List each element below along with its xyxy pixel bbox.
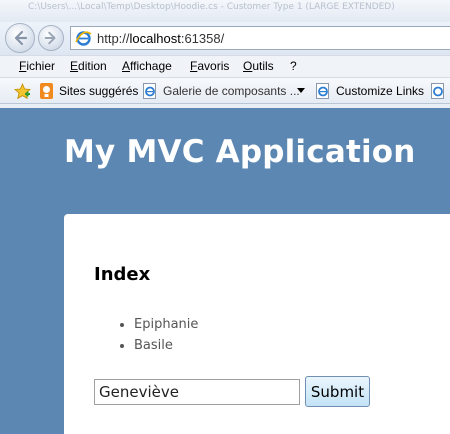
url-host: localhost [129,31,181,46]
forward-button[interactable] [38,25,64,51]
menu-help[interactable]: ? [290,59,297,73]
name-input[interactable] [94,379,300,405]
url-port-path: :61358/ [180,31,225,46]
address-url: http://localhost:61358/ [97,31,224,46]
fav-customize-label: Customize Links [336,84,425,98]
submit-button[interactable]: Submit [305,376,370,407]
list-item: Basile [134,335,198,356]
back-arrow-icon [14,30,28,46]
ie-page-icon [75,31,92,46]
ie-page-icon [316,83,329,99]
app-header-title: My MVC Application [64,134,416,170]
address-bar[interactable]: http://localhost:61358/ [70,26,450,50]
fav-galerie-composants[interactable]: Galerie de composants ... [143,83,308,99]
menu-fichier[interactable]: Fichier [19,59,55,73]
window-title-bar: C:\Users\...\Local\Temp\Desktop\Hoodie.c… [0,0,450,22]
forward-arrow-icon [44,31,56,45]
browser-chrome: C:\Users\...\Local\Temp\Desktop\Hoodie.c… [0,0,450,108]
names-list: Epiphanie Basile [134,314,198,356]
page-title: Index [94,264,151,285]
menu-outils[interactable]: Outils [243,59,274,73]
window-title: C:\Users\...\Local\Temp\Desktop\Hoodie.c… [28,2,395,12]
menu-favoris[interactable]: Favoris [190,59,229,73]
fav-gallery-label: Galerie de composants ... [163,84,300,98]
list-item: Epiphanie [134,314,198,335]
fav-customize-links[interactable]: Customize Links [316,83,431,99]
suggested-sites-icon [40,83,53,99]
fav-sites-suggeres[interactable]: Sites suggérés [39,83,139,99]
chevron-down-icon[interactable] [297,88,305,94]
main-content-panel: Index Epiphanie Basile Submit [64,214,450,434]
fav-more-item[interactable] [431,83,450,99]
favorites-star-icon[interactable] [14,83,31,100]
fav-sites-label: Sites suggérés [59,84,139,98]
url-scheme: http:// [97,31,130,46]
favorites-bar: Sites suggérés Galerie de composants ...… [0,78,450,104]
ie-page-icon [143,83,156,99]
menu-bar: Fichier Edition Affichage Favoris Outils… [0,55,450,78]
menu-affichage[interactable]: Affichage [122,59,172,73]
ie-page-icon [431,83,444,99]
back-button[interactable] [5,23,35,53]
menu-edition[interactable]: Edition [70,59,107,73]
